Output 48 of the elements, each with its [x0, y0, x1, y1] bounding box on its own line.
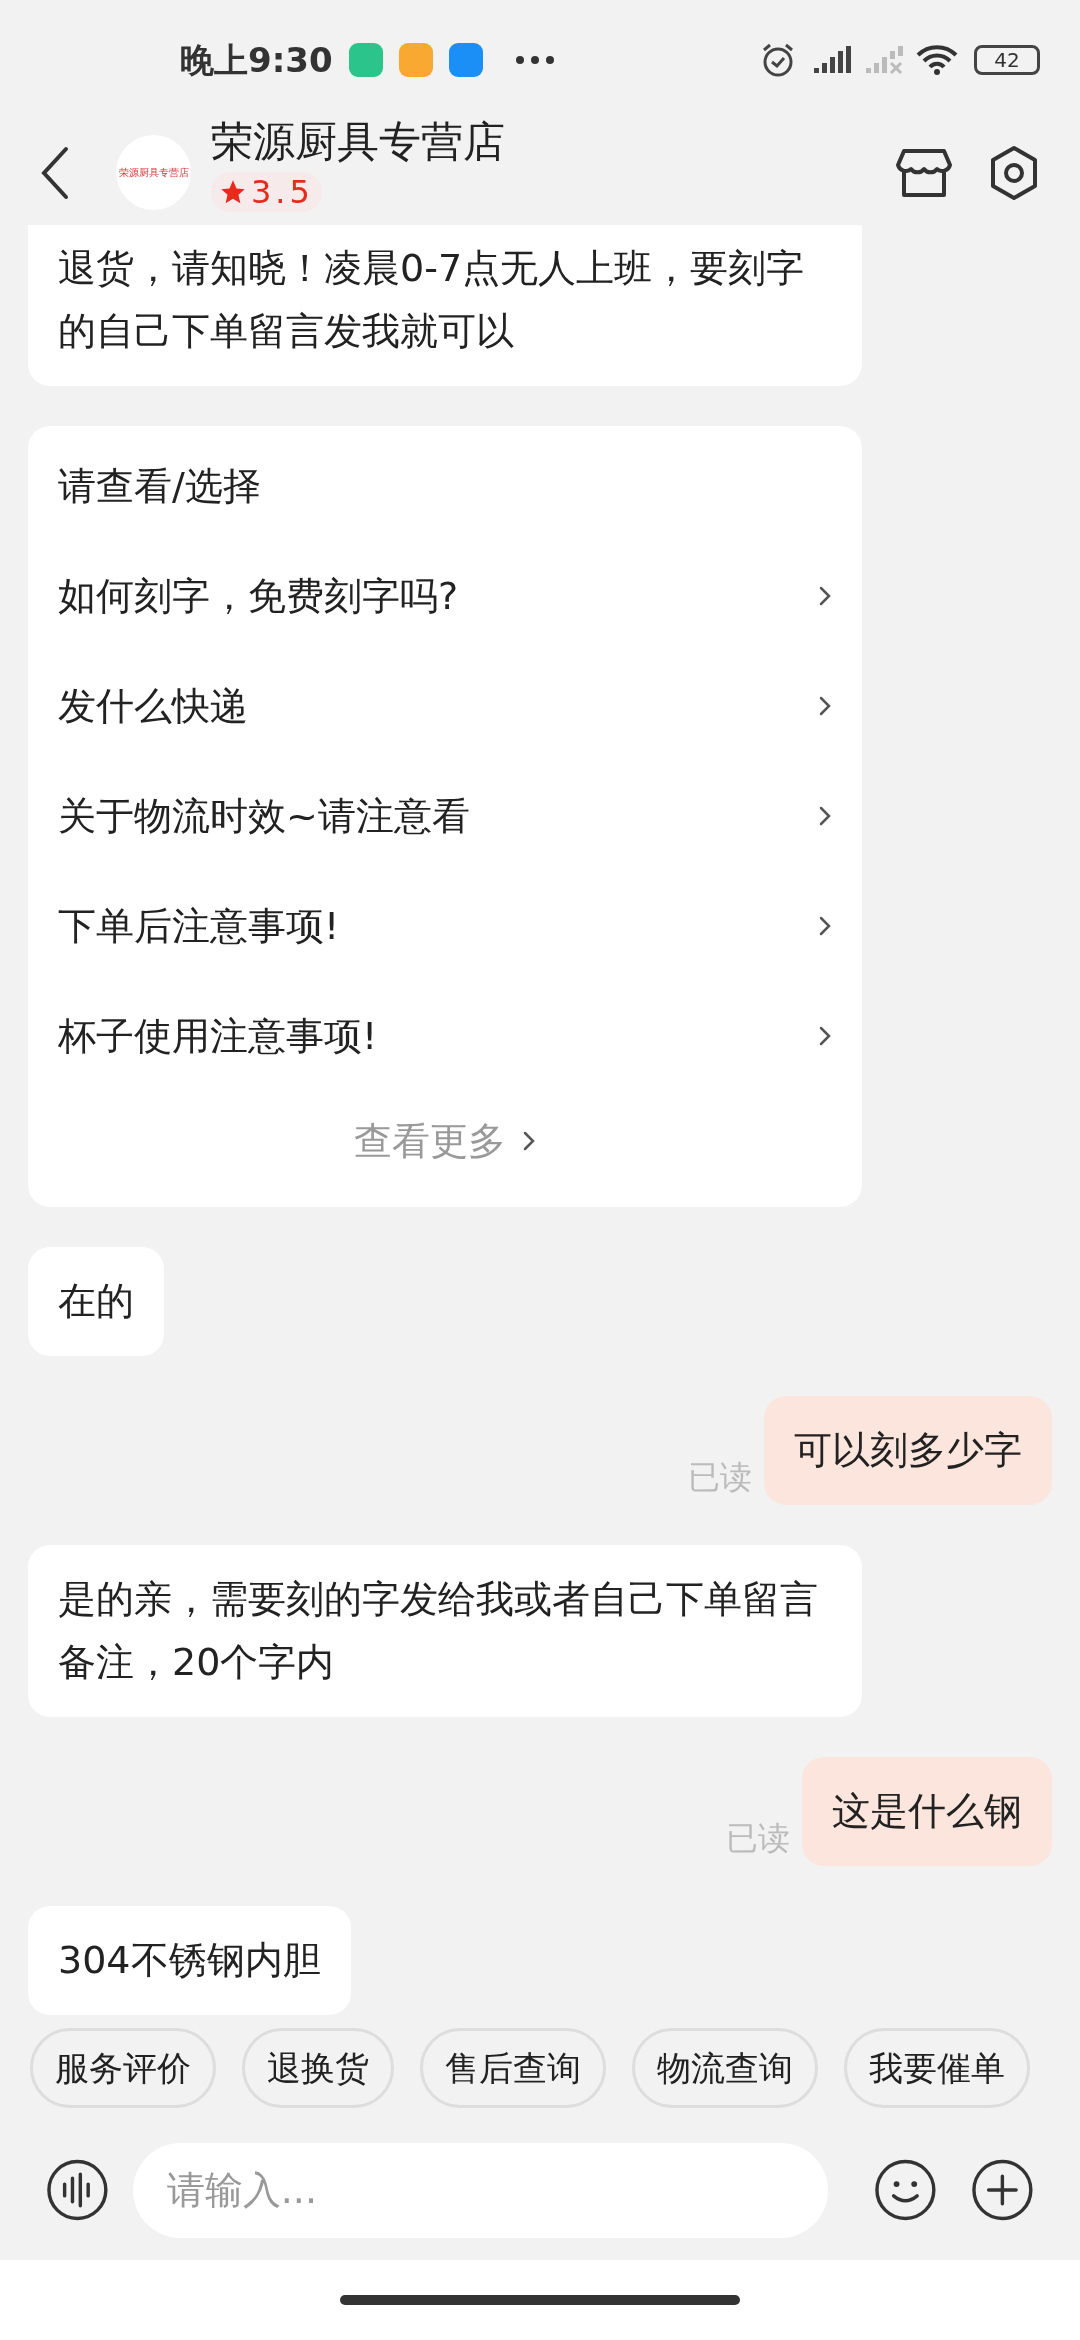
star-icon [219, 178, 247, 206]
store-icon[interactable] [896, 146, 952, 199]
rating-value: 3.5 [251, 172, 314, 212]
chevron-icon [818, 584, 832, 608]
message-bubble: 是的亲，需要刻的字发给我或者自己下单留言备注，20个字内 [28, 1545, 862, 1717]
chevron-icon [818, 694, 832, 718]
chevron-icon [818, 1024, 832, 1048]
quick-reply-chip[interactable]: 物流查询 [632, 2028, 818, 2108]
menu-item-label: 下单后注意事项! [58, 902, 340, 950]
quick-reply-chip[interactable]: 服务评价 [30, 2028, 216, 2108]
menu-item-label: 发什么快递 [58, 682, 248, 730]
menu-item[interactable]: 杯子使用注意事项! [28, 981, 862, 1091]
menu-item-label: 关于物流时效~请注意看 [58, 792, 470, 840]
battery-icon: 42 [974, 45, 1040, 75]
menu-item[interactable]: 下单后注意事项! [28, 871, 862, 981]
quick-reply-chip[interactable]: 售后查询 [420, 2028, 606, 2108]
chevron-icon [818, 804, 832, 828]
wifi-icon [916, 44, 958, 76]
message-bubble: 这是什么钢 [802, 1757, 1052, 1866]
message-bubble: 304不锈钢内胆 [28, 1906, 351, 2015]
more-icon [514, 55, 555, 65]
chevron-icon [818, 914, 832, 938]
menu-item-label: 杯子使用注意事项! [58, 1012, 378, 1060]
message-bubble: 可以刻多少字 [764, 1396, 1052, 1505]
menu-title: 请查看/选择 [57, 463, 262, 510]
menu-item[interactable]: 关于物流时效~请注意看 [28, 761, 862, 871]
message-input[interactable]: 请输入... [132, 2142, 829, 2238]
settings-icon[interactable] [988, 144, 1040, 201]
message-bubble: 在的 [28, 1247, 164, 1356]
no-signal-icon [864, 45, 904, 75]
signal-icon [812, 45, 852, 75]
avatar-logo-text: 荣源厨具专营店 [118, 167, 189, 178]
shop-avatar[interactable]: 荣源厨具专营店 [116, 135, 191, 210]
quick-reply-chip[interactable]: 退换货 [242, 2028, 394, 2108]
more-label: 查看更多 [354, 1117, 506, 1165]
back-icon[interactable] [40, 144, 70, 201]
status-time: 晚上9:30 [180, 38, 333, 82]
menu-item[interactable]: 如何刻字，免费刻字吗? [28, 541, 862, 651]
quick-reply-chip[interactable]: 我要催单 [844, 2028, 1030, 2108]
message-bubble: 退货，请知晓！凌晨0-7点无人上班，要刻字的自己下单留言发我就可以 [28, 225, 862, 386]
voice-icon[interactable] [46, 2158, 109, 2222]
shop-name: 荣源厨具专营店 [211, 116, 505, 168]
menu-item-label: 如何刻字，免费刻字吗? [58, 572, 459, 620]
emoji-icon[interactable] [874, 2158, 938, 2222]
chevron-icon [522, 1129, 536, 1153]
alarm-icon [760, 42, 796, 78]
add-icon[interactable] [971, 2158, 1034, 2222]
menu-item[interactable]: 发什么快递 [28, 651, 862, 761]
